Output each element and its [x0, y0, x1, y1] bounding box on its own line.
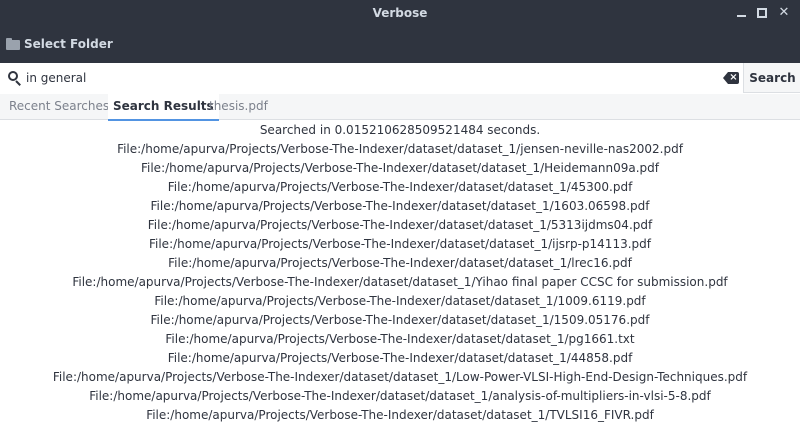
close-icon: ✕ — [778, 5, 790, 20]
result-item[interactable]: File:/home/apurva/Projects/Verbose-The-I… — [0, 140, 800, 159]
select-folder-button[interactable]: Select Folder — [6, 34, 113, 54]
tab-search-results[interactable]: Search Results — [108, 94, 219, 121]
window-title: Verbose — [372, 6, 428, 20]
title-bar: Verbose ✕ — [0, 0, 800, 26]
folder-icon — [6, 38, 20, 50]
result-item[interactable]: File:/home/apurva/Projects/Verbose-The-I… — [0, 216, 800, 235]
result-item[interactable]: File:/home/apurva/Projects/Verbose-The-I… — [0, 406, 800, 425]
search-summary: Searched in 0.015210628509521484 seconds… — [259, 123, 541, 137]
search-field: × — [0, 63, 744, 93]
result-item[interactable]: File:/home/apurva/Projects/Verbose-The-I… — [0, 273, 800, 292]
close-button[interactable]: ✕ — [776, 5, 792, 21]
result-item[interactable]: File:/home/apurva/Projects/Verbose-The-I… — [0, 159, 800, 178]
result-item[interactable]: File:/home/apurva/Projects/Verbose-The-I… — [0, 311, 800, 330]
search-bar: × Search — [0, 63, 800, 93]
result-item[interactable]: File:/home/apurva/Projects/Verbose-The-I… — [0, 349, 800, 368]
result-item[interactable]: File:/home/apurva/Projects/Verbose-The-I… — [0, 178, 800, 197]
result-item[interactable]: File:/home/apurva/Projects/Verbose-The-I… — [0, 197, 800, 216]
tab-recent-searches[interactable]: Recent Searches — [4, 94, 114, 120]
result-item[interactable]: File:/home/apurva/Projects/Verbose-The-I… — [0, 330, 800, 349]
tab-thesis-pdf[interactable]: thesis.pdf — [204, 94, 273, 120]
select-folder-label: Select Folder — [24, 37, 113, 51]
result-item[interactable]: File:/home/apurva/Projects/Verbose-The-I… — [0, 235, 800, 254]
results-pane: Searched in 0.015210628509521484 seconds… — [0, 121, 800, 426]
result-item[interactable]: File:/home/apurva/Projects/Verbose-The-I… — [0, 292, 800, 311]
search-icon — [8, 71, 22, 86]
clear-search-icon[interactable]: × — [723, 72, 739, 84]
result-item[interactable]: File:/home/apurva/Projects/Verbose-The-I… — [0, 254, 800, 273]
result-item[interactable]: File:/home/apurva/Projects/Verbose-The-I… — [0, 387, 800, 406]
maximize-button[interactable] — [754, 5, 770, 21]
result-item[interactable]: File:/home/apurva/Projects/Verbose-The-I… — [0, 368, 800, 387]
minimize-icon — [736, 15, 746, 17]
toolbar: Select Folder — [0, 26, 800, 63]
search-button[interactable]: Search — [745, 63, 800, 93]
search-input[interactable] — [26, 68, 706, 88]
maximize-icon — [757, 8, 767, 18]
tab-bar: Recent Searches Search Results thesis.pd… — [0, 94, 800, 121]
minimize-button[interactable] — [733, 5, 749, 21]
